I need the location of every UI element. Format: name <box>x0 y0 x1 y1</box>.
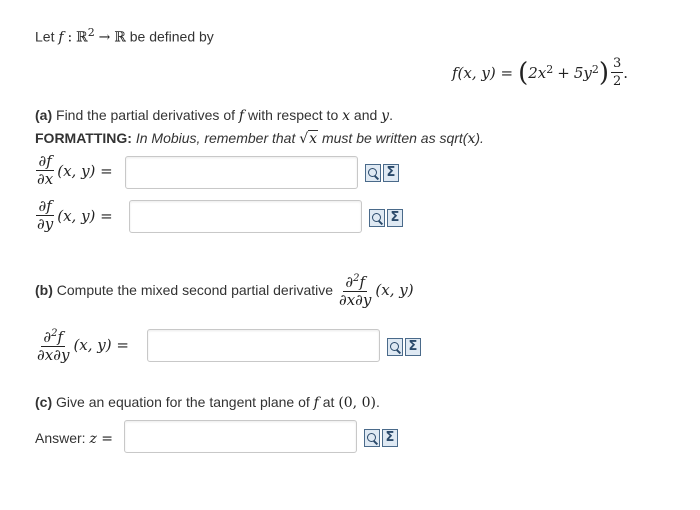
function-definition: f(x, y) = ( 2x 2 + 5y 2 ) 3 2 . <box>452 56 629 89</box>
intro-line: Let f : ℝ2 → ℝ be defined by <box>35 26 214 46</box>
mixed-derivative-label: ∂2f ∂x∂y (x, y) = <box>35 325 129 364</box>
mixed-derivative-answer-fraction: ∂2f ∂x∂y <box>35 325 71 364</box>
dfdy-label: ∂f ∂y (x, y) = <box>36 197 113 233</box>
dfdx-fraction: ∂f ∂x <box>36 152 54 188</box>
part-a-question: (a) Find the partial derivatives of f wi… <box>35 107 393 124</box>
exponent-fraction: 3 2 <box>611 56 624 89</box>
equation-editor-icon[interactable]: Σ <box>382 429 398 447</box>
tangent-plane-input[interactable] <box>124 420 357 453</box>
tangent-plane-label: Answer: z = <box>35 430 114 447</box>
preview-icon[interactable] <box>365 164 381 182</box>
dfdy-input[interactable] <box>129 200 362 233</box>
part-b-question: (b) Compute the mixed second partial der… <box>35 270 414 309</box>
part-c-question: (c) Give an equation for the tangent pla… <box>35 394 380 411</box>
preview-icon[interactable] <box>387 338 403 356</box>
dfdy-fraction: ∂f ∂y <box>36 197 54 233</box>
preview-icon[interactable] <box>364 429 380 447</box>
formatting-note: FORMATTING: In Mobius, remember that √x … <box>35 130 484 147</box>
equation-editor-icon[interactable]: Σ <box>383 164 399 182</box>
equation-editor-icon[interactable]: Σ <box>405 338 421 356</box>
sqrt-symbol: √x <box>299 130 319 147</box>
dfdx-input[interactable] <box>125 156 358 189</box>
dfdx-label: ∂f ∂x (x, y) = <box>36 152 113 188</box>
mixed-derivative-fraction: ∂2f ∂x∂y <box>337 270 373 309</box>
mixed-derivative-input[interactable] <box>147 329 380 362</box>
preview-icon[interactable] <box>369 209 385 227</box>
equation-editor-icon[interactable]: Σ <box>387 209 403 227</box>
